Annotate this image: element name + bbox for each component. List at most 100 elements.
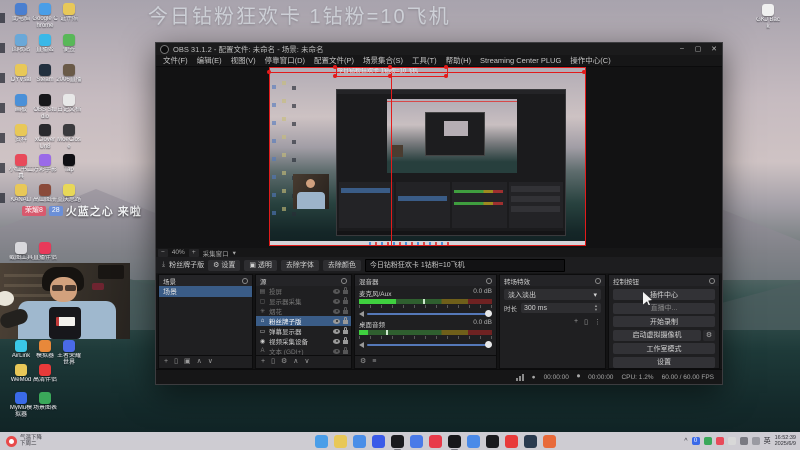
desktop-icon[interactable]: 证件照	[56, 3, 82, 23]
desktop-icon[interactable]: AirLink	[8, 340, 34, 360]
speaker-icon[interactable]	[359, 342, 364, 348]
desktop-icon[interactable]: 画板	[8, 94, 34, 114]
selection-handle[interactable]	[333, 65, 337, 69]
selection-handle[interactable]	[444, 74, 448, 78]
control-button[interactable]: 启动虚拟摄像机	[613, 330, 701, 341]
desktop-icon[interactable]: DYVsal	[8, 64, 34, 84]
preview-canvas[interactable]: 今日钻粉狂欢卡 1钻粉=10飞机	[269, 67, 586, 246]
source-item[interactable]: A 文本 (GDI+)	[256, 346, 351, 355]
slider-handle[interactable]	[485, 341, 492, 348]
transition-select[interactable]: 淡入淡出 ▾	[504, 289, 601, 300]
desktop-icon[interactable]: KANALI	[8, 184, 34, 204]
obs-titlebar[interactable]: OBS 31.1.2 - 配置文件: 未命名 - 场景: 未命名 – ▢ ✕	[156, 43, 722, 55]
menu-item[interactable]: 视图(V)	[227, 55, 260, 66]
lock-icon[interactable]	[343, 300, 348, 304]
control-button[interactable]: 设置	[613, 357, 715, 368]
taskbar-app-icon[interactable]	[429, 435, 442, 448]
source-item[interactable]: ▤ 投屏	[256, 286, 351, 296]
desktop-icon[interactable]: 2006直播	[56, 64, 82, 84]
pin-icon[interactable]	[486, 278, 492, 284]
desktop-icon[interactable]: MoeClose	[56, 124, 82, 151]
desktop-icon[interactable]: 万彩手影	[32, 154, 58, 174]
plugin-transparent-button[interactable]: ▣ 透明	[244, 260, 277, 271]
virtual-cam-config-gear-icon[interactable]: ⚙	[703, 330, 715, 341]
visibility-eye-icon[interactable]	[333, 339, 340, 344]
desktop-icon[interactable]: 模拟器	[32, 340, 58, 360]
scenes-toolbar-icon[interactable]: ∨	[208, 357, 213, 367]
tray-counter-icon[interactable]: 0	[692, 437, 700, 445]
selection-handle[interactable]	[444, 65, 448, 69]
scenes-toolbar-icon[interactable]: ∧	[197, 357, 202, 367]
lock-icon[interactable]	[343, 350, 348, 354]
desktop-icon[interactable]: 高山图册	[32, 184, 58, 204]
tray-app-icon[interactable]	[716, 437, 724, 445]
tray-app-icon[interactable]	[752, 437, 760, 445]
sources-toolbar-icon[interactable]: ⚙	[281, 357, 287, 367]
desktop-icon[interactable]: 高清伴侣	[32, 364, 58, 384]
control-button[interactable]: 直播中...	[613, 303, 715, 314]
scenes-toolbar-icon[interactable]: ▣	[184, 357, 191, 367]
scenes-toolbar-icon[interactable]: ▯	[174, 357, 178, 367]
source-item[interactable]: ⌂ 粉丝牌子版	[256, 316, 351, 326]
zoom-out-button[interactable]: −	[158, 249, 168, 257]
menu-item[interactable]: 工具(T)	[408, 55, 441, 66]
source-item[interactable]: ▭ 弹幕显示器	[256, 326, 351, 336]
visibility-eye-icon[interactable]	[333, 289, 340, 294]
volume-slider[interactable]	[359, 310, 492, 317]
remove-font-button[interactable]: 去除字体	[281, 260, 319, 271]
speaker-icon[interactable]	[359, 311, 364, 317]
lock-icon[interactable]	[343, 310, 348, 314]
desktop-icon[interactable]: 资料	[8, 124, 34, 144]
fit-dropdown[interactable]: 采集窗口	[203, 248, 229, 258]
desktop-icon[interactable]: xClover Un8	[32, 124, 58, 151]
menu-item[interactable]: 文件(F)	[159, 55, 192, 66]
taskbar-app-icon[interactable]	[372, 435, 385, 448]
source-item[interactable]: ✳ 烟花	[256, 306, 351, 316]
obs-preview-area[interactable]: 今日钻粉狂欢卡 1钻粉=10飞机	[156, 67, 722, 248]
pin-icon[interactable]	[242, 278, 248, 284]
mixer-toolbar-icon[interactable]: ≡	[372, 357, 376, 367]
selected-text-source[interactable]: 今日钻粉狂欢卡 1钻粉=10飞机	[336, 67, 448, 77]
desktop-icon[interactable]: Tap	[56, 154, 82, 174]
menu-item[interactable]: 停靠窗口(D)	[261, 55, 309, 66]
taskbar-app-icon[interactable]	[315, 435, 328, 448]
selection-handle[interactable]	[582, 70, 586, 74]
volume-slider[interactable]	[359, 341, 492, 348]
spinner-icons[interactable]: ▲▼	[594, 304, 598, 312]
pin-icon[interactable]	[595, 278, 601, 284]
desktop-icon[interactable]: GKJ Back	[755, 4, 781, 31]
desktop-icon[interactable]: 王者荣耀世界	[56, 340, 82, 367]
desktop-icon[interactable]: MyMu模拟器	[8, 392, 34, 419]
sources-toolbar-icon[interactable]: ∨	[304, 357, 309, 367]
taskbar-app-icon[interactable]	[524, 435, 537, 448]
control-button[interactable]: 插件中心	[613, 289, 715, 300]
desktop-icon[interactable]: 此电脑	[8, 3, 34, 23]
desktop-icon[interactable]: 回收站	[8, 34, 34, 54]
taskbar-app-icon[interactable]	[391, 435, 404, 448]
visibility-eye-icon[interactable]	[333, 319, 340, 324]
scene-item[interactable]: 场景	[159, 286, 252, 297]
desktop-icon[interactable]: 小红书工具	[8, 154, 34, 181]
desktop-icon[interactable]: 日记文档	[56, 94, 82, 114]
menu-item[interactable]: 编辑(E)	[193, 55, 226, 66]
selection-handle[interactable]	[388, 65, 392, 69]
source-item[interactable]: ◉ 视频采集设备	[256, 336, 351, 346]
slider-handle[interactable]	[485, 310, 492, 317]
visibility-eye-icon[interactable]	[333, 299, 340, 304]
control-button[interactable]: 工作室模式	[613, 343, 715, 354]
transition-toolbar-icon[interactable]: ▯	[584, 318, 588, 326]
scenes-toolbar-icon[interactable]: +	[164, 357, 168, 367]
remove-color-button[interactable]: 去除颜色	[323, 260, 361, 271]
visibility-eye-icon[interactable]	[333, 329, 340, 334]
mixer-toolbar-icon[interactable]: ⚙	[360, 357, 366, 367]
lock-icon[interactable]	[343, 290, 348, 294]
desktop-icon[interactable]: 场景图表	[32, 392, 58, 412]
taskbar-app-icon[interactable]	[410, 435, 423, 448]
sources-toolbar-icon[interactable]: ∧	[293, 357, 298, 367]
taskbar-app-icon[interactable]	[543, 435, 556, 448]
desktop-icon[interactable]: Google Chrome	[32, 3, 58, 30]
tray-chevron-up-icon[interactable]: ^	[684, 438, 687, 445]
transition-toolbar-icon[interactable]: ⋮	[594, 318, 601, 326]
desktop-icon[interactable]: 截图工具	[8, 242, 34, 262]
desktop-icon[interactable]: 直播姬	[32, 34, 58, 54]
